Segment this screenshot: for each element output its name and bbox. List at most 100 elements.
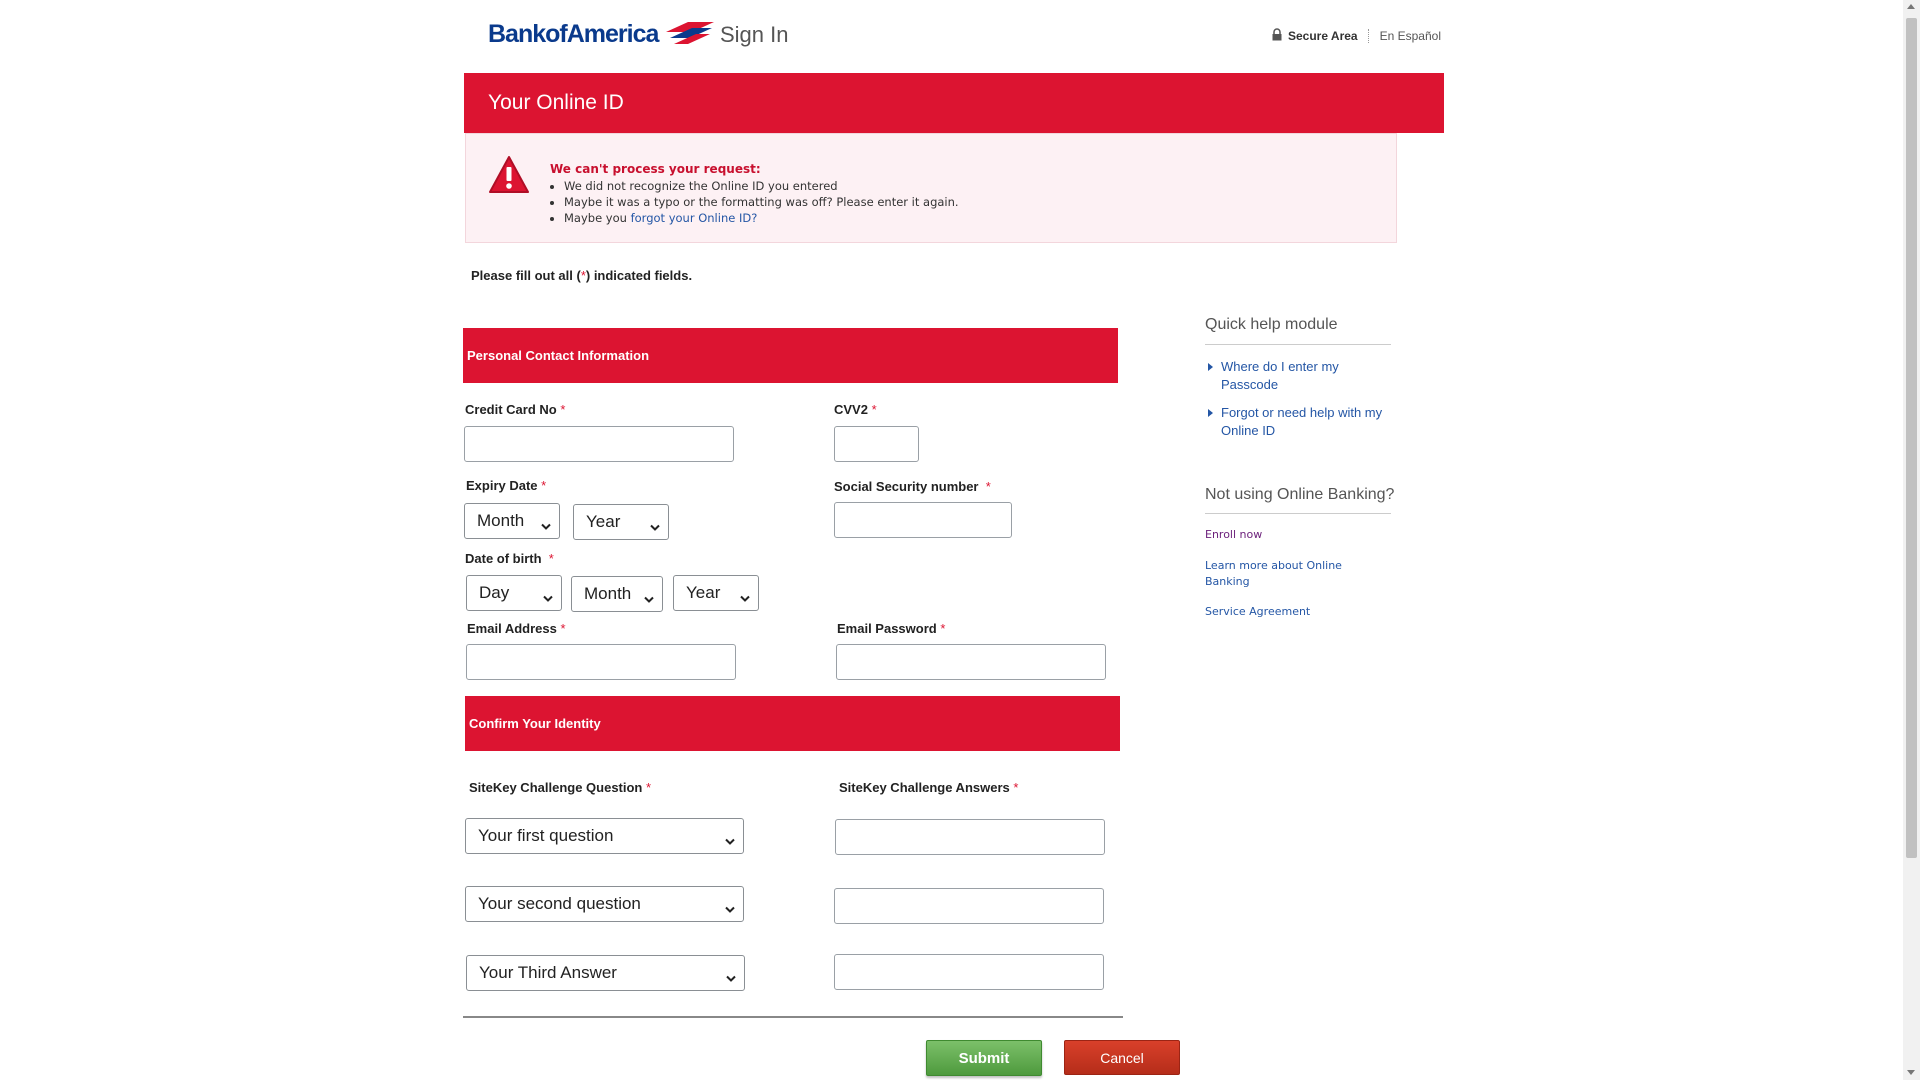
chevron-down-icon <box>725 899 735 919</box>
select-value: Year <box>586 512 621 531</box>
sitekey-question-label: SiteKey Challenge Question * <box>469 780 651 795</box>
label-text: Date of birth <box>465 551 542 566</box>
dob-month-select[interactable]: Month <box>571 576 663 612</box>
sitekey-question-1-select[interactable]: Your first question <box>465 818 744 854</box>
chevron-down-icon <box>740 588 750 608</box>
label-text: SiteKey Challenge Answers <box>839 780 1010 795</box>
error-message-box: We can't process your request: We did no… <box>465 133 1397 243</box>
page-title: Sign In <box>720 22 789 47</box>
expiry-year-select[interactable]: Year <box>573 504 669 540</box>
required-mark: * <box>985 479 991 494</box>
required-mark: * <box>560 402 566 417</box>
chevron-down-icon <box>543 588 553 608</box>
scroll-down-icon[interactable] <box>1907 1070 1915 1075</box>
note-text: ) indicated fields. <box>585 268 693 283</box>
chevron-down-icon <box>644 589 654 609</box>
required-fields-note: Please fill out all (*) indicated fields… <box>471 268 692 283</box>
service-agreement-link[interactable]: Service Agreement <box>1205 604 1375 620</box>
error-item: Maybe you forgot your Online ID? <box>564 210 959 226</box>
page-scrollbar[interactable] <box>1903 0 1920 1080</box>
cvv-input[interactable] <box>834 426 919 462</box>
banner-title: Your Online ID <box>488 91 624 114</box>
section-title: Confirm Your Identity <box>469 716 601 731</box>
help-link-text: Where do I enter my Passcode <box>1221 359 1339 392</box>
chevron-down-icon <box>541 516 551 536</box>
chevron-down-icon <box>725 831 735 851</box>
logo-text: BankofAmerica <box>488 20 659 48</box>
required-mark: * <box>541 478 547 493</box>
select-value: Your Third Answer <box>479 963 617 982</box>
dob-label: Date of birth * <box>465 551 554 566</box>
ssn-label: Social Security number * <box>834 479 991 494</box>
help-link-text: Forgot or need help with my Online ID <box>1221 405 1383 438</box>
select-value: Year <box>686 583 721 602</box>
divider <box>1205 344 1391 345</box>
note-text: Please fill out all ( <box>471 268 581 283</box>
scroll-thumb[interactable] <box>1906 18 1917 858</box>
chevron-down-icon <box>726 968 736 988</box>
sitekey-answer-label: SiteKey Challenge Answers * <box>839 780 1018 795</box>
label-text: Expiry Date <box>466 478 538 493</box>
arrow-right-icon <box>1208 409 1213 417</box>
divider <box>1205 513 1391 514</box>
credit-card-label: Credit Card No * <box>465 402 565 417</box>
forgot-online-id-link[interactable]: forgot your Online ID? <box>631 211 758 225</box>
submit-button[interactable]: Submit <box>926 1040 1042 1076</box>
expiry-month-select[interactable]: Month <box>464 503 560 539</box>
cancel-button[interactable]: Cancel <box>1064 1040 1180 1075</box>
select-value: Your first question <box>478 826 614 845</box>
required-mark: * <box>1013 780 1019 795</box>
required-mark: * <box>560 621 566 636</box>
required-mark: * <box>548 551 554 566</box>
header-utility: Secure Area En Español <box>1272 28 1441 44</box>
help-link-passcode[interactable]: Where do I enter my Passcode <box>1206 358 1396 394</box>
form-divider <box>463 1016 1123 1018</box>
sitekey-answer-2-input[interactable] <box>834 888 1104 924</box>
secure-area-label: Secure Area <box>1288 29 1358 43</box>
dob-year-select[interactable]: Year <box>673 575 759 611</box>
required-mark: * <box>871 402 877 417</box>
ssn-input[interactable] <box>834 502 1012 538</box>
bank-logo[interactable]: BankofAmerica <box>488 18 716 51</box>
sitekey-question-2-select[interactable]: Your second question <box>465 886 744 922</box>
select-value: Day <box>479 583 510 602</box>
quick-help-title: Quick help module <box>1205 316 1338 333</box>
scroll-up-icon[interactable] <box>1907 4 1915 9</box>
email-password-input[interactable] <box>836 644 1106 680</box>
divider <box>1367 29 1370 43</box>
cvv-label: CVV2 * <box>834 402 877 417</box>
label-text: CVV2 <box>834 402 868 417</box>
learn-more-link[interactable]: Learn more about Online Banking <box>1205 558 1375 590</box>
required-mark: * <box>940 621 946 636</box>
label-text: Social Security number <box>834 479 979 494</box>
section-header-personal: Personal Contact Information <box>463 328 1118 383</box>
sitekey-answer-3-input[interactable] <box>834 954 1104 990</box>
spanish-link[interactable]: En Español <box>1380 29 1441 43</box>
credit-card-input[interactable] <box>464 426 734 462</box>
email-input[interactable] <box>466 644 736 680</box>
arrow-right-icon <box>1208 363 1213 371</box>
section-header-identity: Confirm Your Identity <box>465 696 1120 751</box>
label-text: SiteKey Challenge Question <box>469 780 643 795</box>
section-title: Personal Contact Information <box>467 348 650 363</box>
select-value: Your second question <box>478 894 641 913</box>
select-value: Month <box>584 584 632 603</box>
email-label: Email Address * <box>467 621 566 636</box>
required-mark: * <box>646 780 652 795</box>
chevron-down-icon <box>650 517 660 537</box>
select-value: Month <box>477 511 525 530</box>
signin-page: BankofAmerica Sign In Secure Area En Esp… <box>0 0 1920 1080</box>
not-using-title: Not using Online Banking? <box>1205 486 1395 503</box>
enroll-link[interactable]: Enroll now <box>1205 527 1375 543</box>
sitekey-answer-1-input[interactable] <box>835 819 1105 855</box>
label-text: Credit Card No <box>465 402 557 417</box>
email-password-label: Email Password * <box>837 621 945 636</box>
help-link-online-id[interactable]: Forgot or need help with my Online ID <box>1206 404 1396 440</box>
lock-icon <box>1272 28 1282 44</box>
expiry-label: Expiry Date * <box>466 478 546 493</box>
warning-icon <box>488 155 530 200</box>
error-list: We did not recognize the Online ID you e… <box>550 178 959 226</box>
sitekey-question-3-select[interactable]: Your Third Answer <box>466 955 745 991</box>
dob-day-select[interactable]: Day <box>466 575 562 611</box>
error-title: We can't process your request: <box>550 162 761 176</box>
